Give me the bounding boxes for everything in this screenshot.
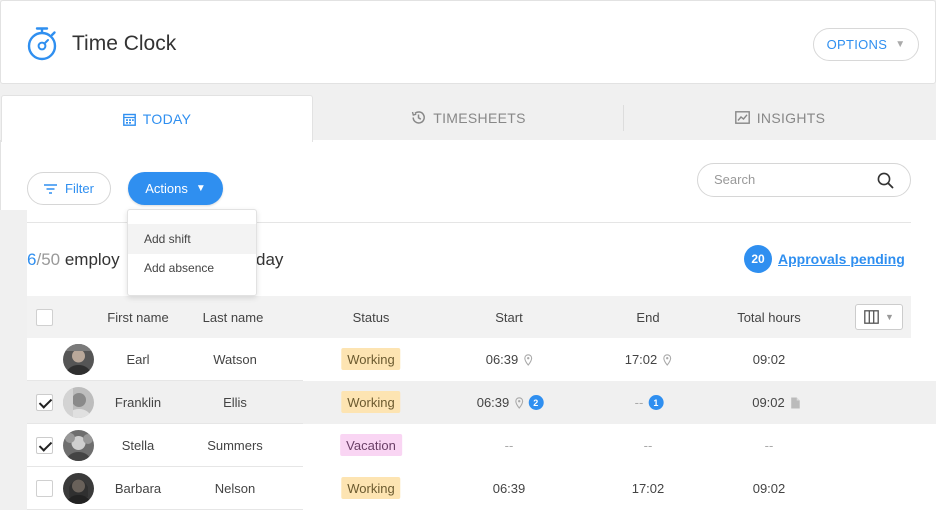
row-checkbox[interactable]	[36, 480, 53, 497]
filter-icon	[44, 183, 58, 194]
col-start[interactable]: Start	[495, 310, 522, 325]
approvals-count-badge: 20	[744, 245, 772, 273]
end-time: --	[634, 395, 644, 410]
filter-button[interactable]: Filter	[27, 172, 111, 205]
calendar-icon	[122, 113, 136, 126]
end-cell: 17:02	[625, 352, 672, 367]
col-total-hours[interactable]: Total hours	[737, 310, 801, 325]
last-name-cell: Watson	[213, 352, 257, 367]
actions-label: Actions	[145, 181, 188, 196]
start-notes-badge[interactable]: 2	[528, 395, 544, 410]
row-checkbox[interactable]	[36, 437, 53, 454]
document-icon[interactable]	[790, 397, 800, 409]
menu-item-add-absence[interactable]: Add absence	[128, 253, 256, 283]
last-name-cell: Nelson	[214, 481, 256, 496]
first-name-cell: Barbara	[114, 481, 162, 496]
first-name-cell: Earl	[126, 352, 150, 367]
summary-text-start: employ	[60, 250, 120, 269]
first-name-cell: Franklin	[114, 395, 162, 410]
tab-timesheets[interactable]: TIMESHEETS	[313, 95, 624, 141]
last-name-cell: Ellis	[223, 395, 247, 410]
stopwatch-icon	[27, 27, 57, 61]
total-hours-cell: 09:02	[752, 352, 786, 367]
col-status[interactable]: Status	[353, 310, 390, 325]
caret-down-icon: ▼	[885, 312, 894, 322]
col-last-name[interactable]: Last name	[203, 310, 264, 325]
approvals-pending[interactable]: 20 Approvals pending	[744, 245, 905, 273]
col-first-name[interactable]: First name	[107, 310, 168, 325]
start-time: 06:39	[476, 395, 510, 410]
search-input[interactable]	[714, 172, 864, 187]
tab-bar: TODAY TIMESHEETS INSIGHTS	[0, 95, 936, 142]
search-box	[697, 163, 911, 197]
status-badge: Working	[341, 391, 401, 413]
end-cell: --	[643, 438, 653, 453]
column-picker-button[interactable]: ▼	[855, 304, 903, 330]
row-checkbox[interactable]	[36, 394, 53, 411]
app-title: Time Clock	[72, 32, 177, 55]
last-name-cell: Summers	[207, 438, 263, 453]
total-hours-cell: 09:02	[752, 481, 786, 496]
table-header: First name Last name Status Start End To…	[27, 296, 911, 338]
start-cell: 06:39	[492, 481, 526, 496]
avatar	[63, 344, 94, 375]
filter-label: Filter	[65, 181, 94, 196]
caret-down-icon: ▼	[895, 39, 906, 50]
select-all-checkbox[interactable]	[36, 309, 53, 326]
status-badge: Working	[341, 348, 401, 370]
panel-margin	[0, 210, 27, 510]
start-cell: 06:39 2	[477, 395, 544, 410]
app-header: Time Clock OPTIONS ▼	[0, 0, 936, 84]
tab-timesheets-label: TIMESHEETS	[433, 109, 526, 126]
location-pin-icon[interactable]	[523, 353, 532, 366]
employee-total: /50	[36, 250, 61, 269]
line-chart-icon	[734, 111, 750, 124]
end-notes-badge[interactable]: 1	[648, 395, 664, 410]
status-badge: Vacation	[340, 434, 402, 456]
status-badge: Working	[341, 477, 401, 499]
location-pin-icon[interactable]	[662, 353, 671, 366]
table-row[interactable]: Barbara Nelson Working 06:39 17:02 09:02	[27, 467, 911, 510]
start-cell: --	[504, 438, 514, 453]
tab-insights[interactable]: INSIGHTS	[624, 95, 936, 141]
history-clock-icon	[412, 111, 426, 124]
options-button[interactable]: OPTIONS ▼	[813, 28, 919, 61]
total-hours-cell: 09:02	[752, 395, 800, 410]
employee-summary: 6/50 employ	[27, 250, 120, 270]
end-cell: -- 1	[635, 395, 664, 410]
row-extension	[911, 381, 936, 424]
tab-insights-label: INSIGHTS	[756, 109, 826, 126]
search-icon[interactable]	[877, 172, 894, 189]
avatar	[63, 473, 94, 504]
options-label: OPTIONS	[826, 37, 888, 52]
caret-down-icon: ▼	[195, 183, 206, 194]
actions-menu: Add shift Add absence	[127, 209, 257, 296]
location-pin-icon[interactable]	[514, 396, 523, 409]
actions-button[interactable]: Actions ▼	[128, 172, 223, 205]
total-hours-cell: --	[764, 438, 774, 453]
tab-today[interactable]: TODAY	[1, 95, 313, 142]
approvals-link[interactable]: Approvals pending	[778, 251, 905, 267]
summary-text-end: day	[256, 250, 284, 269]
tab-today-label: TODAY	[142, 111, 192, 127]
table-row[interactable]: Earl Watson Working 06:39 17:02 09:02	[27, 338, 911, 381]
start-time: 06:39	[485, 352, 519, 367]
start-cell: 06:39	[486, 352, 533, 367]
end-cell: 17:02	[631, 481, 665, 496]
avatar	[63, 387, 94, 418]
avatar	[63, 430, 94, 461]
menu-item-add-shift[interactable]: Add shift	[128, 224, 256, 254]
columns-icon	[864, 310, 879, 324]
table-row[interactable]: Stella Summers Vacation -- -- --	[27, 424, 911, 467]
col-end[interactable]: End	[636, 310, 659, 325]
first-name-cell: Stella	[121, 438, 155, 453]
end-time: 17:02	[624, 352, 658, 367]
table-row[interactable]: Franklin Ellis Working 06:39 2 -- 1 09:0…	[27, 381, 911, 424]
total-hours: 09:02	[752, 395, 785, 410]
